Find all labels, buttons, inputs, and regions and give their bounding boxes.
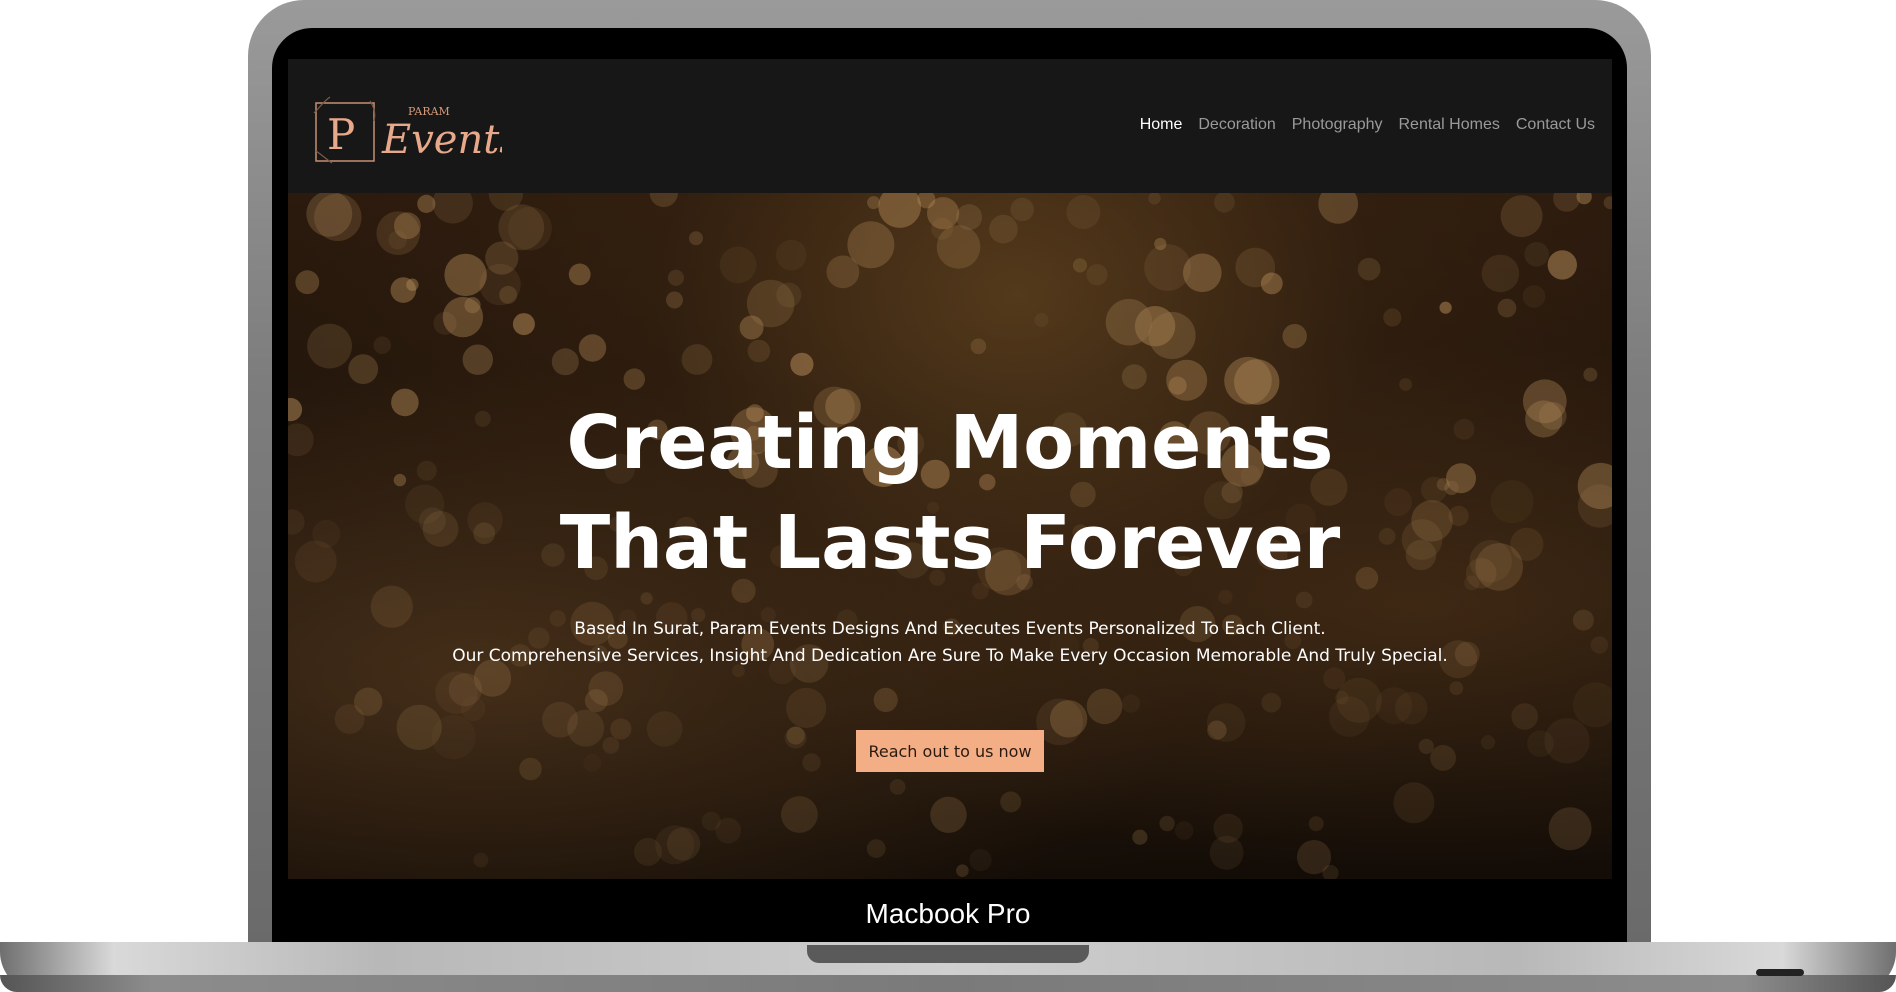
hero-title: Creating Moments That Lasts Forever [288, 393, 1612, 593]
hero-section: Creating Moments That Lasts Forever Base… [288, 193, 1612, 879]
svg-text:Events: Events [381, 117, 502, 163]
brand-logo[interactable]: P PARAM Events [312, 93, 520, 165]
param-events-logo-icon: P PARAM Events [313, 96, 520, 164]
nav-decoration-link[interactable]: Decoration [1198, 116, 1275, 134]
nav-rental-homes-link[interactable]: Rental Homes [1398, 116, 1499, 134]
nav-contact-us-link[interactable]: Contact Us [1516, 116, 1595, 134]
nav-home-link[interactable]: Home [1140, 116, 1183, 134]
hero-subtitle: Based In Surat, Param Events Designs And… [288, 616, 1612, 670]
main-nav: Home Decoration Photography Rental Homes… [1140, 116, 1595, 134]
site-header: P PARAM Events Home Decoration Photograp… [288, 59, 1612, 193]
device-label: Macbook Pro [865, 898, 1031, 929]
laptop-base-edge [0, 975, 1896, 992]
laptop-screen: P PARAM Events Home Decoration Photograp… [288, 59, 1612, 879]
hero-title-line-1: Creating Moments [566, 400, 1334, 486]
hero-subtitle-line-2: Our Comprehensive Services, Insight And … [452, 646, 1448, 666]
laptop-notch [807, 945, 1089, 963]
svg-text:P: P [327, 110, 355, 159]
nav-photography-link[interactable]: Photography [1292, 116, 1383, 134]
hero-title-line-2: That Lasts Forever [559, 500, 1341, 586]
reach-out-button[interactable]: Reach out to us now [856, 730, 1044, 772]
hero-subtitle-line-1: Based In Surat, Param Events Designs And… [574, 619, 1326, 639]
laptop-foot [1756, 969, 1804, 976]
